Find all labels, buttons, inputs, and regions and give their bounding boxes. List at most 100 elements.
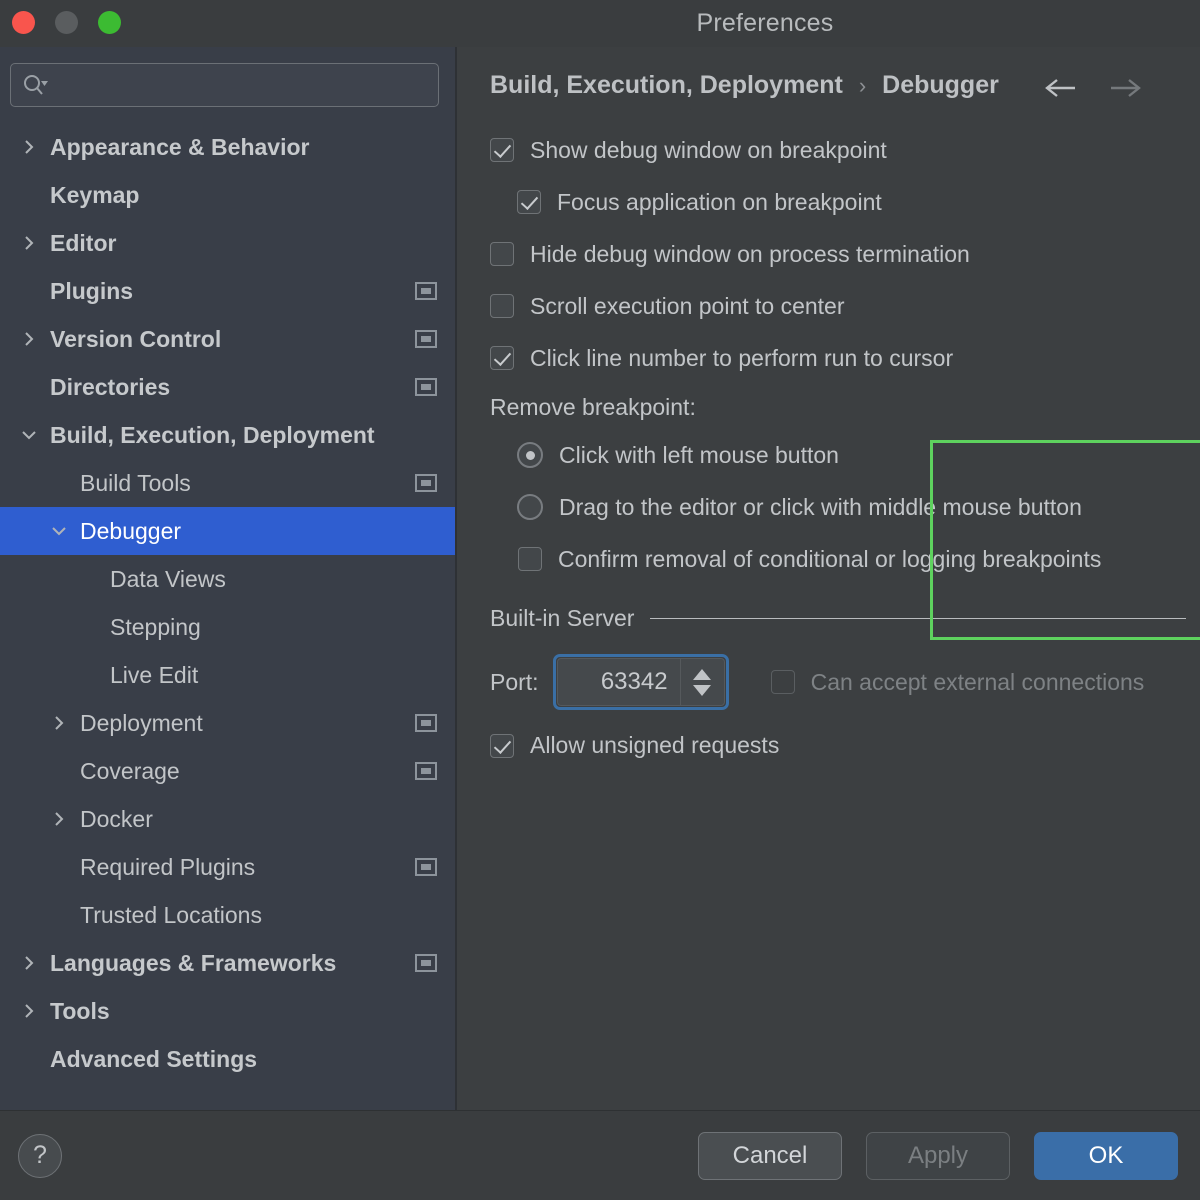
sidebar-item-label: Data Views [110,566,226,593]
external-connections-box [771,670,795,694]
sidebar-item-languages-frameworks[interactable]: Languages & Frameworks [0,939,455,987]
sidebar-item-appearance-behavior[interactable]: Appearance & Behavior [0,123,455,171]
footer-buttons: Cancel Apply OK [698,1132,1178,1180]
sidebar-item-version-control[interactable]: Version Control [0,315,455,363]
dialog-footer: ? Cancel Apply OK [0,1110,1200,1200]
sidebar-item-label: Trusted Locations [80,902,262,929]
builtin-server-title: Built-in Server [490,605,634,632]
sidebar-item-label: Tools [50,998,110,1025]
sidebar-item-debugger[interactable]: Debugger [0,507,455,555]
chevron-right-icon[interactable] [48,809,70,829]
debugger-options: Show debug window on breakpoint Focus app… [457,100,1200,384]
title-bar: Preferences [0,0,1200,47]
chevron-down-icon[interactable] [48,521,70,541]
sidebar-item-directories[interactable]: Directories [0,363,455,411]
sidebar-item-keymap[interactable]: Keymap [0,171,455,219]
sidebar-item-trusted-locations[interactable]: Trusted Locations [0,891,455,939]
spinner-down-icon[interactable] [693,685,711,696]
chevron-right-icon[interactable] [18,1001,40,1021]
sidebar-item-editor[interactable]: Editor [0,219,455,267]
sidebar-item-label: Editor [50,230,116,257]
ok-button[interactable]: OK [1034,1132,1178,1180]
sidebar-item-advanced-settings[interactable]: Advanced Settings [0,1035,455,1083]
spinner-up-icon[interactable] [693,669,711,680]
checkbox[interactable] [517,190,541,214]
sidebar-item-coverage[interactable]: Coverage [0,747,455,795]
radio-button[interactable] [517,442,543,468]
arrow-right-icon [1107,76,1143,100]
radio-button[interactable] [517,494,543,520]
breadcrumb-current: Debugger [882,71,999,100]
port-input[interactable]: 63342 [558,659,680,705]
port-label: Port: [490,669,539,696]
sidebar-item-live-edit[interactable]: Live Edit [0,651,455,699]
settings-sidebar: Appearance & Behavior Keymap Editor Plugins… [0,47,457,1110]
radio-label: Drag to the editor or click with middle … [559,494,1082,521]
section-divider [650,618,1186,619]
sidebar-item-required-plugins[interactable]: Required Plugins [0,843,455,891]
sidebar-item-docker[interactable]: Docker [0,795,455,843]
sidebar-item-build-execution-deployment[interactable]: Build, Execution, Deployment [0,411,455,459]
remove-breakpoint-options: Click with left mouse button Drag to the … [490,429,1200,585]
chevron-right-icon[interactable] [18,233,40,253]
window-title: Preferences [0,9,1200,38]
sidebar-item-label: Appearance & Behavior [50,134,309,161]
remove-breakpoint-radio-row[interactable]: Drag to the editor or click with middle … [517,481,1200,533]
remove-breakpoint-radio-row[interactable]: Click with left mouse button [517,429,1200,481]
external-connections-label: Can accept external connections [811,669,1145,696]
arrow-left-icon[interactable] [1043,76,1079,100]
chevron-right-icon[interactable] [18,137,40,157]
sidebar-item-label: Required Plugins [80,854,255,881]
external-connections-checkbox: Can accept external connections [771,669,1145,696]
checkbox-label: Focus application on breakpoint [557,189,882,216]
apply-button: Apply [866,1132,1010,1180]
checkbox[interactable] [490,242,514,266]
help-icon[interactable]: ? [18,1134,62,1178]
confirm-removal-checkbox[interactable] [518,547,542,571]
sidebar-item-data-views[interactable]: Data Views [0,555,455,603]
project-scope-icon [415,714,437,732]
sidebar-item-label: Build, Execution, Deployment [50,422,375,449]
checkbox[interactable] [490,346,514,370]
breadcrumb-parent[interactable]: Build, Execution, Deployment [490,71,843,100]
allow-unsigned-box[interactable] [490,734,514,758]
sidebar-item-label: Debugger [80,518,181,545]
port-spin-buttons[interactable] [680,659,724,705]
option-checkbox-row[interactable]: Show debug window on breakpoint [490,124,1200,176]
project-scope-icon [415,474,437,492]
sidebar-item-tools[interactable]: Tools [0,987,455,1035]
option-checkbox-row[interactable]: Hide debug window on process termination [490,228,1200,280]
settings-tree: Appearance & Behavior Keymap Editor Plugins… [0,117,455,1110]
port-stepper[interactable]: 63342 [553,654,729,710]
search-input[interactable] [10,63,439,107]
project-scope-icon [415,858,437,876]
project-scope-icon [415,954,437,972]
sidebar-item-label: Build Tools [80,470,191,497]
option-checkbox-row[interactable]: Click line number to perform run to curs… [490,332,1200,384]
sidebar-item-plugins[interactable]: Plugins [0,267,455,315]
allow-unsigned-checkbox[interactable]: Allow unsigned requests [490,732,1200,759]
checkbox-label: Show debug window on breakpoint [530,137,887,164]
sidebar-item-deployment[interactable]: Deployment [0,699,455,747]
cancel-button[interactable]: Cancel [698,1132,842,1180]
sidebar-item-stepping[interactable]: Stepping [0,603,455,651]
option-checkbox-row[interactable]: Scroll execution point to center [490,280,1200,332]
confirm-removal-checkbox-row[interactable]: Confirm removal of conditional or loggin… [517,533,1200,585]
checkbox-label: Hide debug window on process termination [530,241,970,268]
checkbox[interactable] [490,294,514,318]
sidebar-item-build-tools[interactable]: Build Tools [0,459,455,507]
option-checkbox-row[interactable]: Focus application on breakpoint [490,176,1200,228]
sidebar-item-label: Directories [50,374,170,401]
chevron-right-icon[interactable] [18,953,40,973]
sidebar-item-label: Plugins [50,278,133,305]
checkbox-label: Click line number to perform run to curs… [530,345,953,372]
sidebar-item-label: Stepping [110,614,201,641]
chevron-down-icon[interactable] [18,425,40,445]
sidebar-item-label: Version Control [50,326,221,353]
chevron-right-icon[interactable] [18,329,40,349]
search-icon [21,73,49,97]
checkbox[interactable] [490,138,514,162]
chevron-right-icon[interactable] [48,713,70,733]
breadcrumb: Build, Execution, Deployment › Debugger [457,47,1200,100]
radio-label: Click with left mouse button [559,442,839,469]
